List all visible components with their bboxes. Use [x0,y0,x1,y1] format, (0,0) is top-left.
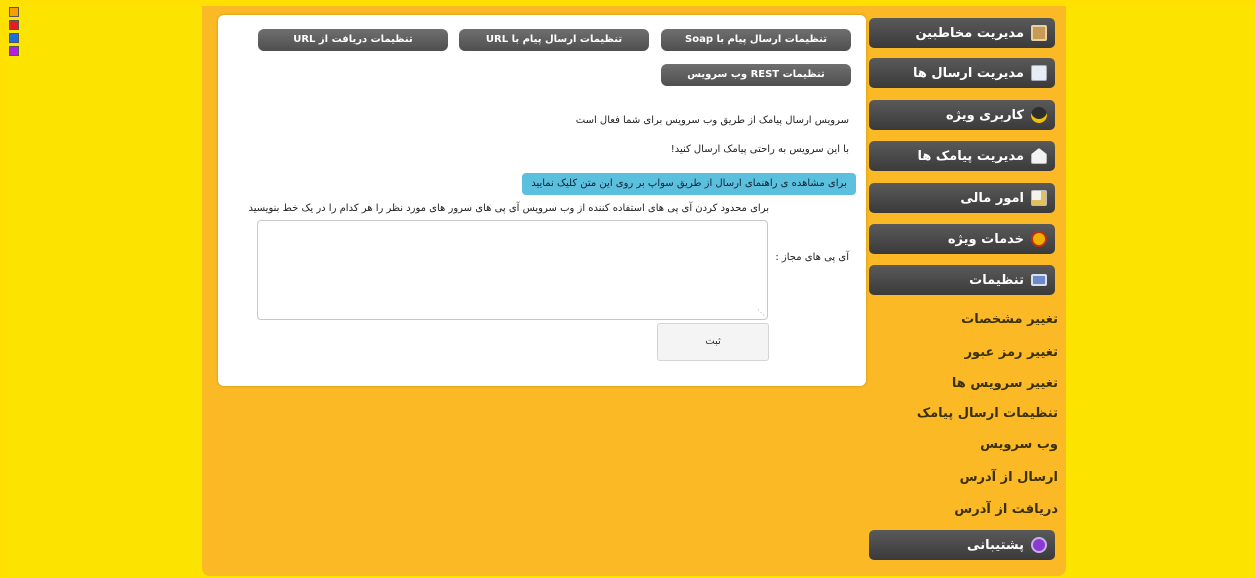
envelope-icon [1031,65,1047,81]
submenu-change-services[interactable]: تغییر سرویس ها [952,376,1058,391]
allowed-ips-label: آی پی های مجاز : [775,252,849,263]
allowed-ips-input[interactable] [257,220,768,320]
menu-label: مدیریت پیامک ها [917,148,1024,164]
menu-sms[interactable]: مدیریت پیامک ها [869,141,1055,171]
vip-user-icon [1031,107,1047,123]
submit-button[interactable]: ثبت [657,323,769,361]
resize-grip-icon[interactable]: ⋰ [757,309,765,317]
tab-rest-settings[interactable]: تنظیمات REST وب سرویس [661,64,851,86]
tab-soap-settings[interactable]: تنظیمات ارسال پیام با Soap [661,29,851,51]
menu-label: مدیریت ارسال ها [912,65,1024,81]
menu-label: تنظیمات [969,272,1024,288]
menu-label: امور مالی [960,190,1024,206]
menu-label: کاربری ویژه [945,107,1024,123]
submenu-change-password[interactable]: تغییر رمز عبور [965,345,1058,360]
support-icon [1031,537,1047,553]
menu-finance[interactable]: امور مالی [869,183,1055,213]
menu-support[interactable]: پشتیبانی [869,530,1055,560]
menu-special-services[interactable]: خدمات ویژه [869,224,1055,254]
medal-icon [1031,231,1047,247]
tab-url-send-settings[interactable]: تنظیمات ارسال پیام با URL [459,29,649,51]
left-strip [0,0,8,578]
menu-sends[interactable]: مدیریت ارسال ها [869,58,1055,88]
submenu-webservice[interactable]: وب سرویس [980,437,1058,452]
menu-label: پشتیبانی [967,537,1024,553]
submenu-sms-settings[interactable]: تنظیمات ارسال پیامک [917,406,1058,421]
soap-guide-link[interactable]: برای مشاهده ی راهنمای ارسال از طریق سواپ… [522,173,856,195]
tab-url-receive-settings[interactable]: تنظیمات دریافت از URL [258,29,448,51]
submenu-edit-profile[interactable]: تغییر مشخصات [961,312,1058,327]
menu-label: خدمات ویژه [947,231,1024,247]
webservice-panel: تنظیمات ارسال پیام با Soap تنظیمات ارسال… [218,15,866,386]
theme-blue-icon[interactable] [9,33,19,43]
theme-red-icon[interactable] [9,20,19,30]
ip-restrict-note: برای محدود کردن آی پی های استفاده کننده … [248,203,769,214]
sms-icon [1031,148,1047,164]
menu-settings[interactable]: تنظیمات [869,265,1055,295]
service-active-text: سرویس ارسال پیامک از طریق وب سرویس برای … [575,115,849,126]
menu-contacts[interactable]: مدیریت مخاطبین [869,18,1055,48]
submenu-send-from-url[interactable]: ارسال از آدرس [960,470,1058,485]
menu-label: مدیریت مخاطبین [915,25,1024,41]
menu-vip-user[interactable]: کاربری ویژه [869,100,1055,130]
theme-purple-icon[interactable] [9,46,19,56]
submenu-receive-from-url[interactable]: دریافت از آدرس [954,502,1058,517]
contacts-icon [1031,25,1047,41]
easy-send-text: با این سرویس به راحتی پیامک ارسال کنید! [670,144,849,155]
theme-orange-icon[interactable] [9,7,19,17]
monitor-icon [1031,274,1047,286]
finance-icon [1031,190,1047,206]
